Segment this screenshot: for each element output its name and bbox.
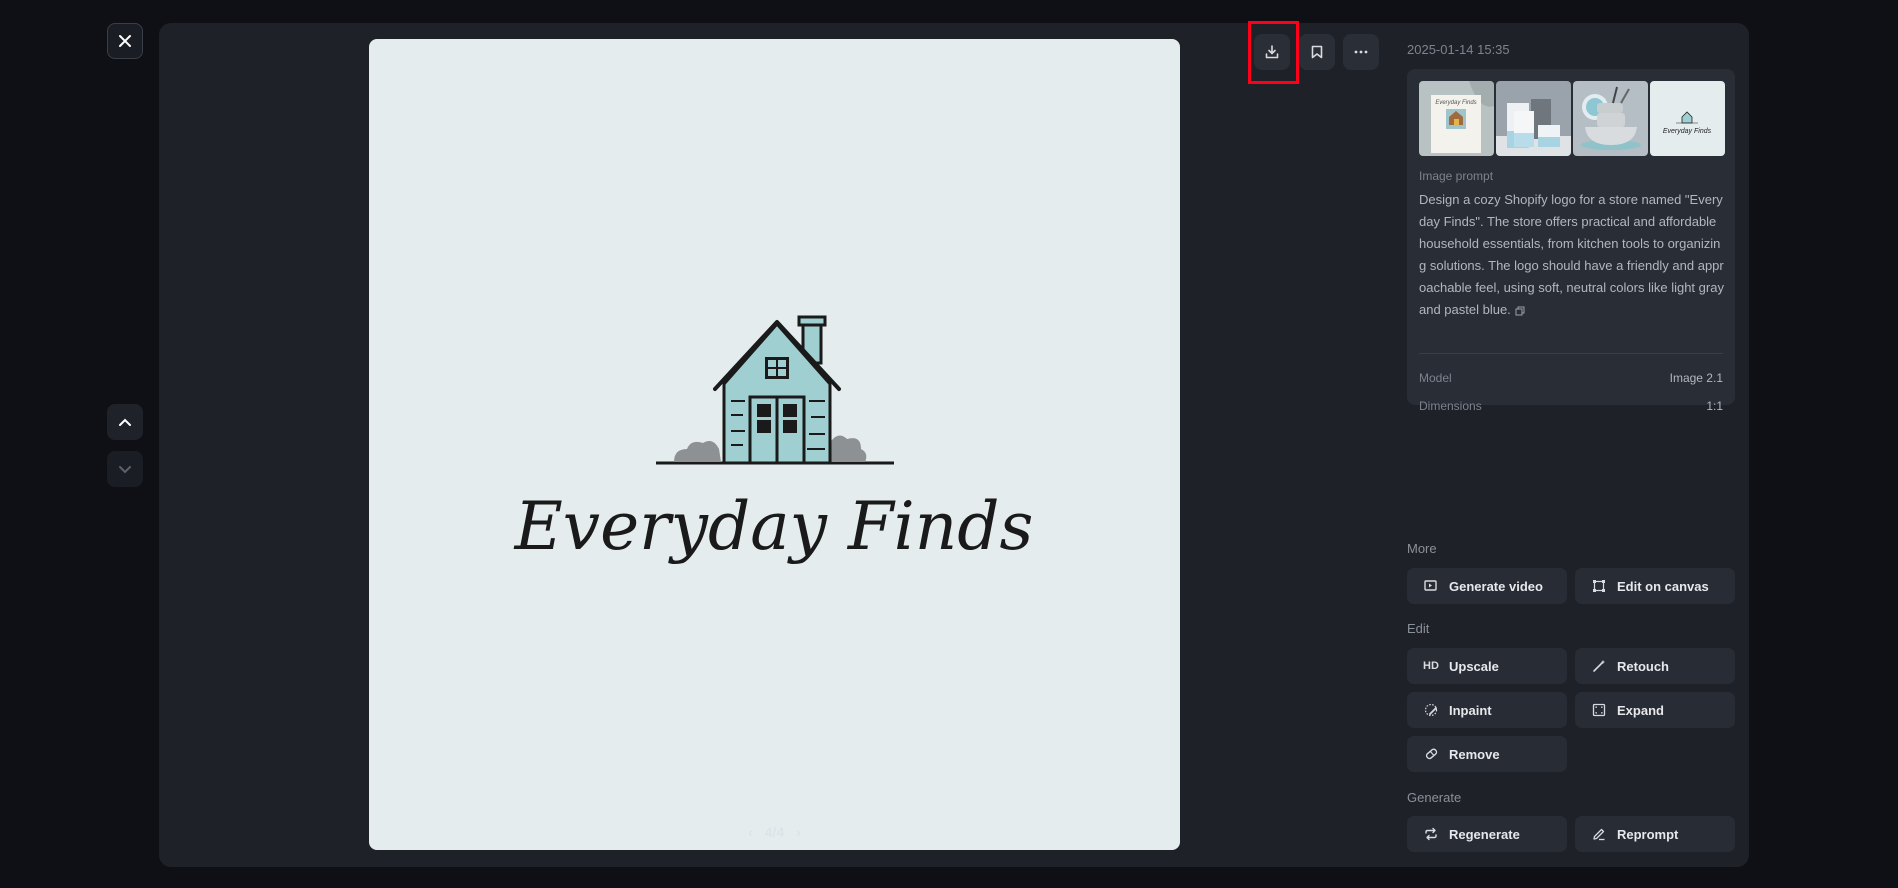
bush-right	[829, 435, 867, 462]
download-icon	[1265, 45, 1279, 59]
model-row: Model Image 2.1	[1419, 371, 1723, 385]
dimensions-value: 1:1	[1706, 399, 1723, 413]
retouch-label: Retouch	[1617, 658, 1669, 674]
image-pager: ‹ 4/4 ›	[369, 824, 1180, 840]
previous-image-button[interactable]	[107, 404, 143, 440]
next-image-button[interactable]	[107, 451, 143, 487]
svg-text:Everyday Finds: Everyday Finds	[1663, 128, 1712, 135]
reprompt-label: Reprompt	[1617, 826, 1679, 842]
more-options-button[interactable]	[1343, 34, 1379, 70]
reprompt-button[interactable]: Reprompt	[1575, 816, 1735, 852]
bush-left	[674, 441, 721, 462]
pager-count: 4/4	[764, 824, 785, 840]
edit-on-canvas-label: Edit on canvas	[1617, 578, 1709, 594]
remove-label: Remove	[1449, 746, 1500, 762]
upscale-button[interactable]: HD Upscale	[1407, 648, 1567, 684]
prompt-content: Design a cozy Shopify logo for a store n…	[1419, 192, 1724, 317]
prompt-text[interactable]: Design a cozy Shopify logo for a store n…	[1419, 189, 1724, 321]
section-label-generate: Generate	[1407, 790, 1462, 805]
info-card: Everyday Finds Everyday Finds Image prom…	[1407, 69, 1735, 413]
generate-video-label: Generate video	[1449, 578, 1543, 594]
image-viewer-panel: Everyday Finds ‹ 4/4 › 2025-01-14 15:35 …	[159, 21, 1749, 867]
regenerate-button[interactable]: Regenerate	[1407, 816, 1567, 852]
more-icon	[1354, 50, 1368, 54]
edit-on-canvas-button[interactable]: Edit on canvas	[1575, 568, 1735, 604]
upscale-label: Upscale	[1449, 658, 1499, 674]
bookmark-icon	[1311, 45, 1323, 59]
expand-icon	[1591, 702, 1607, 718]
expand-label: Expand	[1617, 702, 1664, 718]
model-value: Image 2.1	[1669, 371, 1723, 385]
details-sidebar: 2025-01-14 15:35 Everyday Finds Everyday…	[1407, 23, 1735, 867]
pager-prev-icon[interactable]: ‹	[748, 824, 753, 840]
eraser-icon	[1423, 746, 1439, 762]
close-button[interactable]	[107, 23, 143, 59]
thumbnail-3[interactable]	[1573, 81, 1648, 156]
canvas-icon	[1591, 578, 1607, 594]
inpaint-button[interactable]: Inpaint	[1407, 692, 1567, 728]
pager-next-icon[interactable]: ›	[796, 824, 801, 840]
svg-text:Everyday Finds: Everyday Finds	[1435, 100, 1476, 106]
model-label: Model	[1419, 371, 1452, 385]
thumbnail-2[interactable]	[1496, 81, 1571, 156]
close-icon	[119, 35, 131, 47]
expand-button[interactable]: Expand	[1575, 692, 1735, 728]
thumbnail-1[interactable]: Everyday Finds	[1419, 81, 1494, 156]
chevron-down-icon	[119, 466, 131, 474]
logo-text: Everyday Finds	[514, 488, 1034, 565]
inpaint-label: Inpaint	[1449, 702, 1492, 718]
bookmark-button[interactable]	[1299, 34, 1335, 70]
regenerate-label: Regenerate	[1449, 826, 1520, 842]
copy-icon[interactable]	[1515, 306, 1525, 316]
generated-image[interactable]: Everyday Finds ‹ 4/4 ›	[369, 39, 1180, 850]
chevron-up-icon	[119, 418, 131, 426]
dimensions-row: Dimensions 1:1	[1419, 399, 1723, 413]
pencil-icon	[1591, 826, 1607, 842]
thumbnail-4[interactable]: Everyday Finds	[1650, 81, 1725, 156]
video-icon	[1423, 578, 1439, 594]
download-button[interactable]	[1254, 34, 1290, 70]
section-label-edit: Edit	[1407, 621, 1430, 636]
timestamp: 2025-01-14 15:35	[1407, 42, 1510, 57]
divider	[1419, 353, 1723, 354]
section-label-more: More	[1407, 541, 1437, 556]
dimensions-label: Dimensions	[1419, 399, 1482, 413]
retouch-button[interactable]: Retouch	[1575, 648, 1735, 684]
logo-artwork: Everyday Finds	[514, 315, 1034, 565]
inpaint-icon	[1423, 702, 1439, 718]
thumbnail-strip: Everyday Finds Everyday Finds	[1419, 81, 1725, 156]
repeat-icon	[1423, 826, 1439, 842]
remove-button[interactable]: Remove	[1407, 736, 1567, 772]
generate-video-button[interactable]: Generate video	[1407, 568, 1567, 604]
hd-icon: HD	[1423, 660, 1439, 672]
magic-wand-icon	[1591, 658, 1607, 674]
prompt-label: Image prompt	[1419, 169, 1494, 183]
